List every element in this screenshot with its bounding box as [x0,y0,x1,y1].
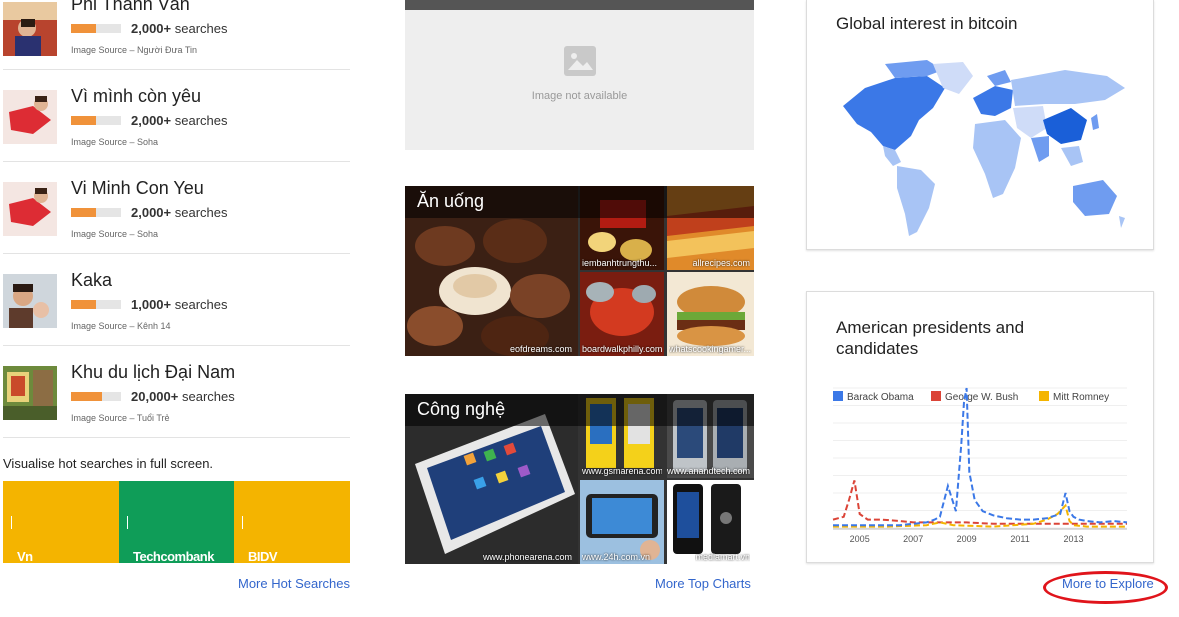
image-source-caption: whatscookingamer... [669,344,752,354]
series-line-george-w-bush[interactable] [832,480,1127,525]
trend-volume-bar [71,300,121,309]
image-not-available-text: Image not available [531,90,628,102]
trend-title[interactable]: Vi Minh Con Yeu [71,178,204,199]
visualise-fullscreen-link[interactable]: Visualise hot searches in full screen. [3,456,213,471]
image-placeholder-icon [564,46,596,76]
presidents-card-title-line1: American presidents and [836,318,1025,337]
trend-search-count: 2,000+ searches [131,21,228,36]
chart-card-title[interactable]: Ăn uống [417,191,484,212]
trend-item[interactable]: Vi Minh Con Yeu 2,000+ searches Image So… [3,162,350,254]
trend-item[interactable]: Phi Thanh Vân 2,000+ searches Image Sour… [3,0,350,70]
map-card-title: Global interest in bitcoin [836,14,1018,33]
chart-thumb-image[interactable]: www.24h.com.vn [580,480,664,564]
more-top-charts-link[interactable]: More Top Charts [655,576,751,591]
x-tick-label: 2007 [903,534,923,544]
trend-title[interactable]: Khu du lịch Đại Nam [71,362,235,383]
trend-thumbnail[interactable] [3,2,57,56]
chart-thumb-image[interactable]: boardwalkphilly.com [580,272,664,356]
x-tick-label: 2013 [1063,534,1083,544]
trend-volume-bar [71,208,121,217]
trend-search-count: 20,000+ searches [131,389,235,404]
image-source-caption: www.phonearena.com [482,552,572,562]
trend-image-source[interactable]: Image Source – Soha [71,229,158,239]
image-source-caption: mediamart.vn [695,552,750,562]
hot-search-tile[interactable]: BIDV [234,481,350,564]
top-chart-card-tech[interactable]: www.phonearena.com www.gsmarena.com www.… [405,394,754,564]
x-tick-label: 2009 [957,534,977,544]
trend-volume-bar [71,392,121,401]
explore-column: Global interest in bitcoin American pres… [806,0,1179,617]
chart-thumb-image[interactable]: mediamart.vn [667,480,754,564]
more-hot-searches-link[interactable]: More Hot Searches [238,576,350,591]
highlight-annotation-oval [1043,571,1168,604]
trend-search-count: 2,000+ searches [131,113,228,128]
image-source-caption: www.anandtech.com [667,466,750,476]
image-not-available-card[interactable]: Image not available [405,0,754,150]
trend-image-source[interactable]: Image Source – Kênh 14 [71,321,171,331]
image-source-caption: allrecipes.com [692,258,750,268]
trend-thumbnail[interactable] [3,182,57,236]
chart-card-title[interactable]: Công nghệ [417,399,505,420]
trend-item[interactable]: Khu du lịch Đại Nam 20,000+ searches Ima… [3,346,350,438]
trend-title[interactable]: Vì mình còn yêu [71,86,201,107]
presidents-trend-chart[interactable]: 2005 2007 2009 2011 2013 [831,380,1129,550]
presidents-card-title-line2: candidates [836,339,919,358]
hot-search-tile[interactable]: Vn Sharing [3,481,119,579]
trend-item[interactable]: Kaka 1,000+ searches Image Source – Kênh… [3,254,350,346]
bitcoin-interest-map-card[interactable]: Global interest in bitcoin [806,0,1154,250]
trend-thumbnail[interactable] [3,366,57,420]
image-source-caption: eofdreams.com [509,344,572,354]
trend-image-source[interactable]: Image Source – Tuổi Trẻ [71,413,170,423]
trend-search-count: 1,000+ searches [131,297,228,312]
x-tick-label: 2005 [850,534,870,544]
hot-search-tile[interactable]: Techcombank [119,481,234,564]
trend-image-source[interactable]: Image Source – Soha [71,137,158,147]
hot-searches-tiles[interactable]: Vn Sharing Techcombank BIDV [3,481,350,579]
x-tick-label: 2011 [1010,534,1029,544]
image-source-caption: iembanhtrungthu... [582,258,658,268]
trend-title[interactable]: Kaka [71,270,112,291]
trend-thumbnail[interactable] [3,274,57,328]
series-line-barack-obama[interactable] [833,387,1128,527]
trend-item[interactable]: Vì mình còn yêu 2,000+ searches Image So… [3,70,350,162]
american-presidents-card[interactable]: American presidents and candidates Barac… [806,291,1154,563]
trend-title[interactable]: Phi Thanh Vân [71,0,190,15]
top-charts-column: Image not available eofdreams.com iemban… [405,0,754,617]
image-source-caption: boardwalkphilly.com [582,344,662,354]
trend-volume-bar [71,24,121,33]
top-chart-card-food[interactable]: eofdreams.com iembanhtrungthu... allreci… [405,186,754,356]
image-source-caption: www.24h.com.vn [582,552,651,562]
hot-searches-column: Phi Thanh Vân 2,000+ searches Image Sour… [0,0,352,617]
chart-thumb-image[interactable]: whatscookingamer... [667,272,754,356]
trend-volume-bar [71,116,121,125]
trend-image-source[interactable]: Image Source – Người Đưa Tin [71,45,197,55]
image-source-caption: www.gsmarena.com [582,466,662,476]
trend-search-count: 2,000+ searches [131,205,228,220]
world-interest-map[interactable] [835,58,1130,240]
trend-thumbnail[interactable] [3,90,57,144]
